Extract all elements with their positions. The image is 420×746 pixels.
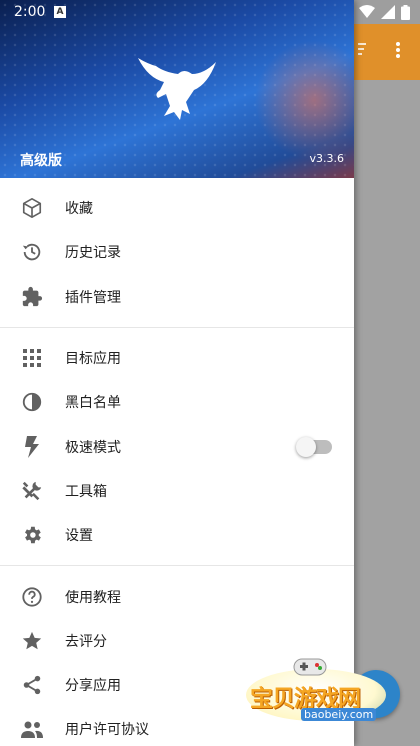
- grid-icon: [20, 346, 44, 370]
- menu-item-label: 历史记录: [65, 245, 121, 262]
- battery-icon: [401, 4, 410, 20]
- lightning-icon: [20, 435, 44, 459]
- menu-item-label: 目标应用: [65, 351, 121, 368]
- gamepad-icon: [293, 658, 327, 676]
- menu-item-toolbox[interactable]: 工具箱: [0, 469, 354, 513]
- menu-item-label: 黑白名单: [65, 395, 121, 412]
- tools-icon: [20, 479, 44, 503]
- menu-item-tutorial[interactable]: 使用教程: [0, 574, 354, 618]
- app-content-dimmed[interactable]: [354, 80, 420, 746]
- cube-icon: [20, 196, 44, 220]
- puzzle-icon: [20, 285, 44, 309]
- menu-item-settings[interactable]: 设置: [0, 513, 354, 557]
- people-icon: [20, 717, 44, 741]
- menu-item-label: 用户许可协议: [65, 722, 149, 739]
- menu-item-speed-mode[interactable]: 极速模式: [0, 424, 354, 468]
- help-icon: [20, 585, 44, 609]
- drawer-section-2: 目标应用 黑白名单 极速模式 工具箱 设置: [0, 328, 354, 567]
- version-label: v3.3.6: [309, 152, 345, 165]
- filter-icon[interactable]: [358, 42, 368, 56]
- eagle-logo-icon: [138, 58, 216, 120]
- gear-icon: [20, 523, 44, 547]
- menu-item-label: 收藏: [65, 201, 93, 218]
- menu-item-target-apps[interactable]: 目标应用: [0, 336, 354, 380]
- edition-label: 高级版: [20, 153, 62, 169]
- menu-item-plugins[interactable]: 插件管理: [0, 275, 354, 319]
- notification-icon: A: [54, 6, 66, 18]
- drawer-section-1: 收藏 历史记录 插件管理: [0, 178, 354, 328]
- status-bar: 2:00 A: [0, 0, 420, 24]
- star-icon: [20, 629, 44, 653]
- menu-item-history[interactable]: 历史记录: [0, 230, 354, 274]
- menu-item-favorites[interactable]: 收藏: [0, 186, 354, 230]
- more-vert-icon[interactable]: [396, 42, 400, 58]
- app-toolbar: [354, 24, 420, 80]
- menu-item-label: 分享应用: [65, 678, 121, 695]
- menu-item-label: 使用教程: [65, 589, 121, 606]
- menu-item-label: 设置: [65, 528, 93, 545]
- wifi-icon: [359, 5, 375, 18]
- menu-item-label: 去评分: [65, 633, 107, 650]
- drawer-header: 高级版 v3.3.6: [0, 0, 354, 178]
- menu-item-label: 工具箱: [65, 483, 107, 500]
- half-circle-icon: [20, 390, 44, 414]
- menu-item-label: 插件管理: [65, 289, 121, 306]
- status-time: 2:00: [14, 4, 46, 20]
- share-icon: [20, 673, 44, 697]
- navigation-drawer: 高级版 v3.3.6 收藏 历史记录 插件管理 目标应用 黑白名单 极速模式 工…: [0, 0, 354, 746]
- speed-mode-toggle[interactable]: [296, 436, 332, 457]
- watermark: 宝贝游戏网 baobeiy.com: [246, 655, 394, 729]
- watermark-url: baobeiy.com: [301, 708, 377, 721]
- signal-icon: [381, 5, 395, 19]
- history-icon: [20, 240, 44, 264]
- menu-item-label: 极速模式: [65, 439, 121, 456]
- menu-item-blacklist-whitelist[interactable]: 黑白名单: [0, 380, 354, 424]
